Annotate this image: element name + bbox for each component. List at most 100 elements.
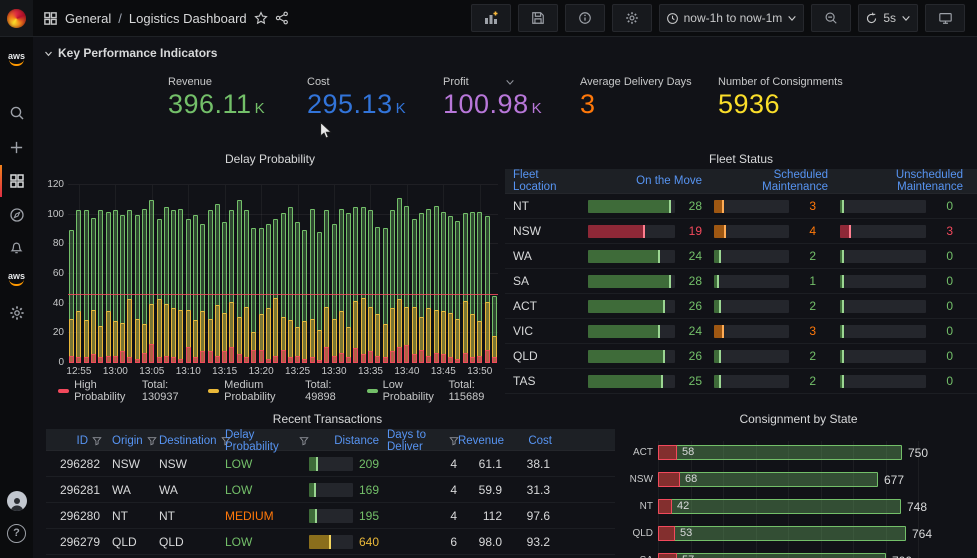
stat-number: 3 — [580, 89, 596, 119]
filter-icon[interactable] — [92, 436, 102, 446]
gauge-fill — [309, 509, 317, 523]
fleet-body: NT2830NSW1943WA2420SA2810ACT2620VIC2430Q… — [505, 194, 977, 394]
grafana-logo[interactable] — [0, 0, 33, 36]
stat-profit: Profit100.98K — [443, 76, 542, 124]
column-header-days-to-deliver[interactable]: Days to Deliver — [387, 429, 467, 453]
column-header-revenue[interactable]: Revenue — [467, 435, 512, 447]
panel-title[interactable]: Delay Probability — [40, 145, 500, 169]
stat-label: Profit — [443, 76, 542, 88]
column-header-fleet-location[interactable]: Fleet Location — [505, 169, 584, 193]
stat-average-delivery-days: Average Delivery Days3 — [580, 76, 692, 119]
gauge-fill — [588, 200, 671, 213]
column-header-unscheduled-maintenance[interactable]: Unscheduled Maintenance — [836, 169, 977, 193]
category-label: QLD — [620, 528, 658, 539]
aws-logo[interactable]: aws — [0, 45, 33, 73]
breadcrumb: General / Logistics Dashboard — [43, 11, 289, 26]
gauge-value: 4 — [796, 224, 816, 238]
cell: 93.2 — [512, 535, 560, 549]
bar-high-probability — [441, 354, 446, 363]
user-avatar[interactable] — [0, 487, 33, 515]
apps-grid-icon — [43, 11, 58, 26]
stat-number: 295.13 — [307, 89, 393, 119]
fleet-location: NSW — [505, 224, 584, 238]
sidebar-item-aws[interactable]: aws — [0, 265, 33, 293]
legend-item[interactable]: High ProbabilityTotal: 130937 — [58, 379, 194, 403]
gauge-fill — [588, 225, 645, 238]
table-row: VIC2430 — [505, 319, 977, 344]
breadcrumb-section[interactable]: General — [65, 11, 111, 26]
sidebar-item-create[interactable] — [0, 133, 33, 161]
help-icon[interactable]: ? — [0, 519, 33, 547]
panel-menu-caret[interactable] — [505, 76, 515, 90]
column-header-destination[interactable]: Destination — [157, 435, 223, 447]
stat-unit: K — [255, 100, 266, 117]
gauge-cell: 28 — [584, 274, 710, 288]
zoom-out-button[interactable] — [811, 4, 851, 32]
gauge-value: 1 — [796, 274, 816, 288]
distance-value: 209 — [353, 457, 387, 471]
clock-icon — [666, 12, 679, 25]
cell: 296280 — [46, 509, 110, 523]
cell: WA — [157, 483, 223, 497]
gauge-fill — [714, 200, 724, 213]
sidebar-item-alerting[interactable] — [0, 233, 33, 261]
gauge-cell: 0 — [836, 299, 977, 313]
gauge-fill — [714, 325, 724, 338]
stat-cost: Cost295.13K — [307, 76, 406, 124]
bar-row: NSW68677 — [620, 471, 977, 487]
save-button[interactable] — [518, 4, 558, 32]
column-header-origin[interactable]: Origin — [110, 435, 157, 447]
sidebar-item-explore[interactable] — [0, 201, 33, 229]
gauge-track — [588, 250, 675, 263]
bar-high-probability — [266, 359, 271, 363]
legend-label: Low Probability — [383, 379, 442, 403]
gauge-fill — [840, 375, 844, 388]
gauge-track — [588, 375, 675, 388]
kiosk-mode-button[interactable] — [925, 4, 965, 32]
gauge-value: 0 — [933, 249, 953, 263]
panel-title[interactable]: Recent Transactions — [40, 405, 615, 429]
bar-high-probability — [412, 354, 417, 363]
refresh-picker[interactable]: 5s — [858, 4, 918, 32]
gauge-track — [840, 200, 926, 213]
column-header-on-the-move[interactable]: On the Move — [584, 175, 710, 187]
filter-icon[interactable] — [299, 436, 309, 446]
bar-high-probability — [361, 354, 366, 363]
cell: NSW — [157, 457, 223, 471]
bar-high-probability — [157, 357, 162, 363]
x-axis-tick: 13:50 — [467, 366, 492, 377]
column-header-distance[interactable]: Distance — [309, 435, 387, 447]
sidebar-item-configuration[interactable] — [0, 299, 33, 327]
legend-item[interactable]: Medium ProbabilityTotal: 49898 — [208, 379, 352, 403]
star-icon[interactable] — [254, 11, 268, 25]
bar-high-probability — [346, 357, 351, 363]
gauge-fill — [714, 350, 721, 363]
fleet-location: QLD — [505, 349, 584, 363]
sidebar-item-dashboards[interactable] — [0, 167, 33, 195]
panel-title[interactable]: Consignment by State — [620, 405, 977, 429]
column-header-scheduled-maintenance[interactable]: Scheduled Maintenance — [710, 169, 836, 193]
bar-high-probability — [288, 357, 293, 363]
share-icon[interactable] — [275, 11, 289, 25]
cell: NT — [157, 509, 223, 523]
legend-total: Total: 115689 — [448, 379, 500, 403]
dashboard-settings-button[interactable] — [612, 4, 652, 32]
add-panel-button[interactable] — [471, 4, 511, 32]
gauge-fill — [588, 275, 671, 288]
panel-title[interactable]: Fleet Status — [505, 145, 977, 169]
legend-swatch — [208, 389, 219, 393]
row-toggle-kpi[interactable]: Key Performance Indicators — [44, 46, 217, 60]
dashboard-title[interactable]: Logistics Dashboard — [129, 11, 247, 26]
legend-item[interactable]: Low ProbabilityTotal: 115689 — [367, 379, 500, 403]
filter-icon[interactable] — [147, 436, 157, 446]
column-header-delay-probability[interactable]: Delay Probability — [223, 429, 309, 453]
gauge-track — [714, 275, 789, 288]
column-header-id[interactable]: ID — [46, 435, 110, 447]
gauge-track — [840, 350, 926, 363]
sidebar-item-search[interactable] — [0, 99, 33, 127]
gauge-track — [588, 225, 675, 238]
bar-high-probability — [171, 357, 176, 363]
time-range-picker[interactable]: now-1h to now-1m — [659, 4, 805, 32]
column-header-cost[interactable]: Cost — [512, 435, 560, 447]
info-button[interactable] — [565, 4, 605, 32]
